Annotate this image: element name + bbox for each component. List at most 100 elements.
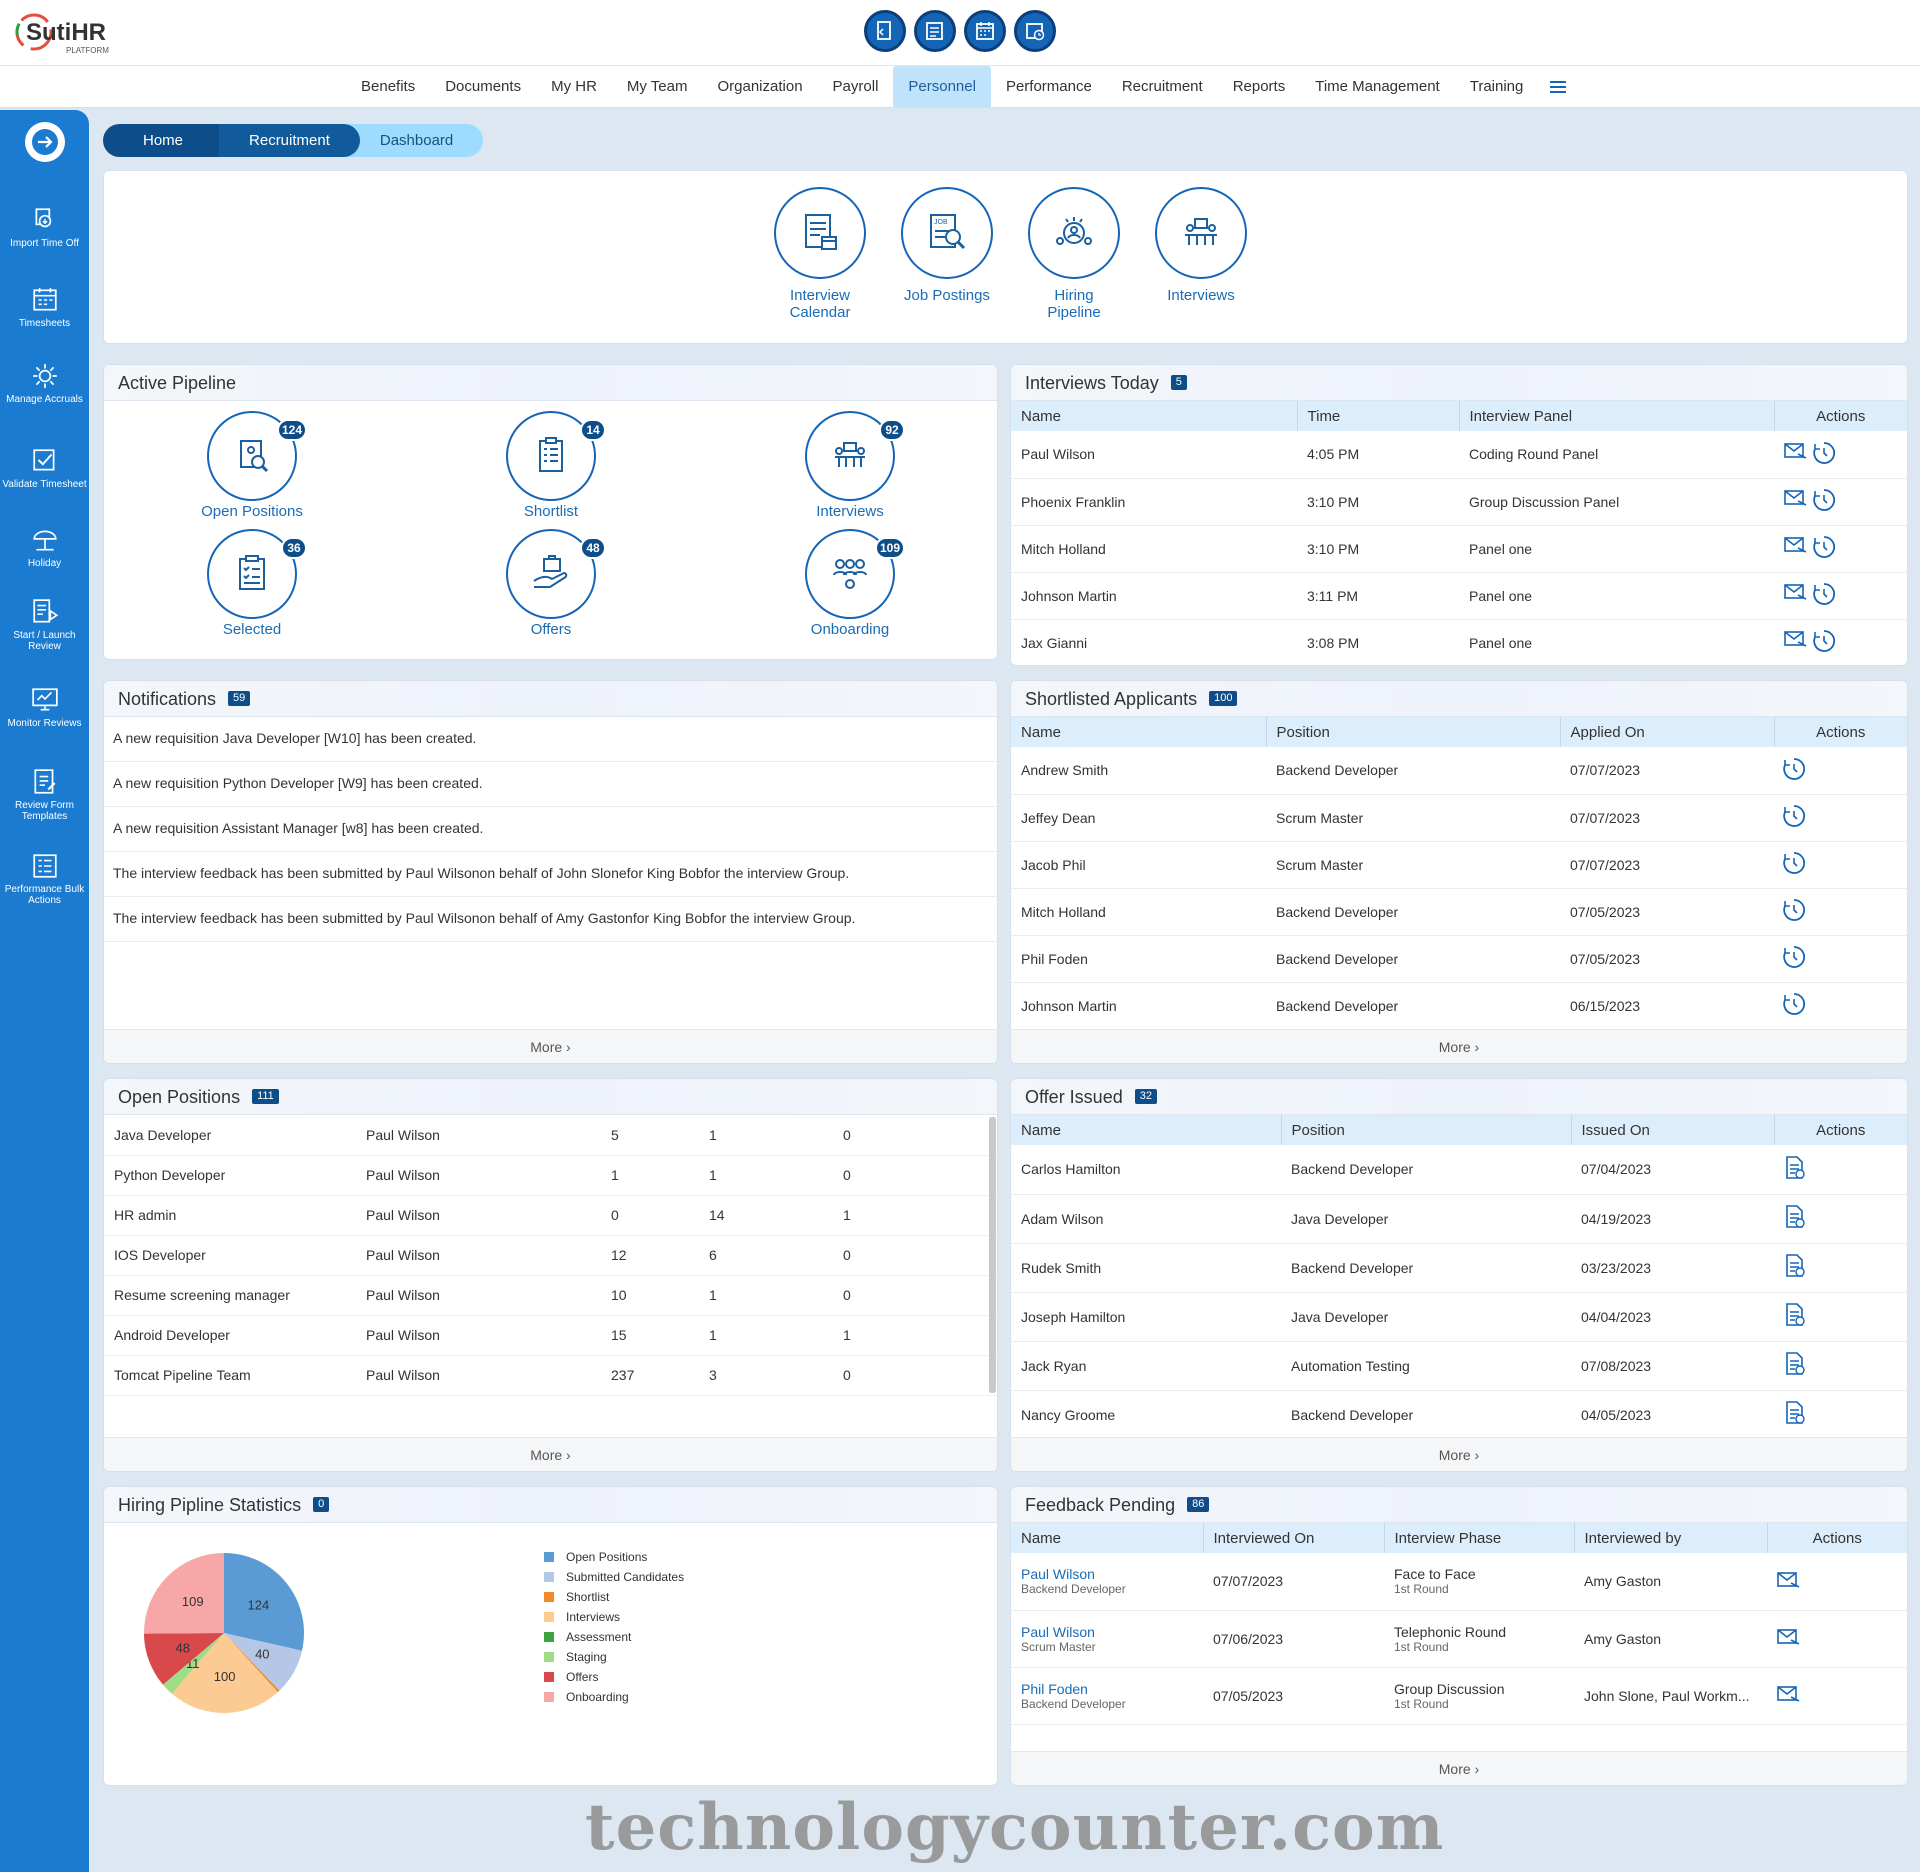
nav-item-personnel[interactable]: Personnel (893, 66, 991, 108)
legend-item[interactable]: Open Positions (544, 1547, 684, 1567)
table-row[interactable]: Carlos Hamilton Backend Developer 07/04/20… (1011, 1145, 1907, 1195)
schedule-interview-icon[interactable] (1782, 993, 1806, 1019)
column-header[interactable]: Interview Phase (1384, 1523, 1575, 1553)
legend-item[interactable]: Shortlist (544, 1587, 684, 1607)
nav-item-documents[interactable]: Documents (430, 66, 536, 108)
notification-item[interactable]: The interview feedback has been submitte… (104, 852, 997, 897)
schedule-interview-icon[interactable] (1782, 757, 1806, 784)
pipeline-interviews[interactable]: 92 Interviews (785, 411, 915, 520)
more-link[interactable]: More › (1011, 1029, 1907, 1063)
calendar-icon[interactable] (964, 10, 1006, 52)
table-row[interactable]: Java Developer Paul Wilson 5 1 0 (104, 1115, 997, 1156)
send-mail-icon[interactable] (1784, 629, 1808, 656)
nav-item-organization[interactable]: Organization (702, 66, 817, 108)
table-row[interactable]: Tomcat Pipeline Team Paul Wilson 237 3 0 (104, 1355, 997, 1396)
more-link[interactable]: More › (104, 1029, 997, 1063)
sidebar-item-import-time-off[interactable]: Import Time Off (0, 206, 89, 249)
send-mail-icon[interactable] (1784, 582, 1808, 609)
pipeline-offers[interactable]: 48 Offers (486, 529, 616, 638)
document-icon[interactable] (864, 10, 906, 52)
table-row[interactable]: Mitch Holland 3:10 PM Panel one (1011, 525, 1907, 573)
table-row[interactable]: Adam Wilson Java Developer 04/19/2023 (1011, 1194, 1907, 1244)
column-header[interactable]: Name (1011, 1115, 1282, 1145)
table-row[interactable]: Rudek Smith Backend Developer 03/23/2023 (1011, 1243, 1907, 1293)
timesheet-icon[interactable] (914, 10, 956, 52)
table-row[interactable]: Python Developer Paul Wilson 1 1 0 (104, 1155, 997, 1196)
nav-item-performance[interactable]: Performance (991, 66, 1107, 108)
table-row[interactable]: Phil Foden Backend Developer 07/05/2023 (1011, 935, 1907, 983)
schedule-interview-icon[interactable] (1782, 946, 1806, 972)
nav-item-my-team[interactable]: My Team (612, 66, 703, 108)
offer-letter-icon[interactable] (1784, 1352, 1806, 1379)
nav-item-benefits[interactable]: Benefits (346, 66, 430, 108)
schedule-interview-icon[interactable] (1782, 805, 1806, 831)
table-row[interactable]: Johnson Martin 3:11 PM Panel one (1011, 572, 1907, 620)
scrollbar[interactable] (989, 1117, 996, 1393)
table-row[interactable]: Jeffey Dean Scrum Master 07/07/2023 (1011, 794, 1907, 842)
sidebar-item-start-launch-review[interactable]: Start / Launch Review (0, 598, 89, 652)
notification-item[interactable]: A new requisition Java Developer [W10] h… (104, 717, 997, 762)
table-row[interactable]: Jack Ryan Automation Testing 07/08/2023 (1011, 1341, 1907, 1391)
column-header[interactable]: Position (1281, 1115, 1572, 1145)
table-row[interactable]: Resume screening manager Paul Wilson 10 1 0 (104, 1275, 997, 1316)
legend-item[interactable]: Onboarding (544, 1687, 684, 1707)
sidebar-item-performance-bulk-actions[interactable]: Performance Bulk Actions (0, 852, 89, 906)
more-link[interactable]: More › (104, 1437, 997, 1471)
table-row[interactable]: Jacob Phil Scrum Master 07/07/2023 (1011, 841, 1907, 889)
reschedule-icon[interactable] (1812, 441, 1836, 468)
schedule-interview-icon[interactable] (1782, 899, 1806, 925)
quick-link-hiring-pipeline[interactable]: Hiring Pipeline (1028, 187, 1120, 321)
reschedule-icon[interactable] (1812, 629, 1836, 656)
table-row[interactable]: Phil Foden Backend Developer 07/05/2023 Gro… (1011, 1667, 1907, 1725)
nav-item-training[interactable]: Training (1455, 66, 1539, 108)
quick-link-job-postings[interactable]: JOB Job Postings (901, 187, 993, 321)
sidebar-item-review-form-templates[interactable]: Review Form Templates (0, 768, 89, 822)
table-row[interactable]: Paul Wilson Scrum Master 07/06/2023 Telepho… (1011, 1610, 1907, 1668)
offer-letter-icon[interactable] (1784, 1401, 1806, 1428)
send-mail-icon[interactable] (1784, 441, 1808, 468)
calendar-clock-icon[interactable] (1014, 10, 1056, 52)
legend-item[interactable]: Staging (544, 1647, 684, 1667)
reschedule-icon[interactable] (1812, 488, 1836, 515)
table-row[interactable]: Joseph Hamilton Java Developer 04/04/2023 (1011, 1292, 1907, 1342)
column-header[interactable]: Interviewed On (1203, 1523, 1385, 1553)
column-header[interactable]: Name (1011, 717, 1267, 747)
pipeline-selected[interactable]: 36 Selected (187, 529, 317, 638)
column-header[interactable]: Issued On (1571, 1115, 1775, 1145)
send-mail-icon[interactable] (1784, 535, 1808, 562)
nav-item-my-hr[interactable]: My HR (536, 66, 612, 108)
offer-letter-icon[interactable] (1784, 1155, 1806, 1183)
offer-letter-icon[interactable] (1784, 1303, 1806, 1330)
table-row[interactable]: HR admin Paul Wilson 0 14 1 (104, 1195, 997, 1236)
reschedule-icon[interactable] (1812, 535, 1836, 562)
pipeline-shortlist[interactable]: 14 Shortlist (486, 411, 616, 520)
sidebar-item-validate-timesheet[interactable]: Validate Timesheet (0, 447, 89, 490)
hamburger-menu-icon[interactable] (1538, 66, 1578, 108)
scrollbar-thumb[interactable] (989, 1117, 996, 1393)
candidate-link[interactable]: Paul Wilson (1021, 1566, 1203, 1582)
reschedule-icon[interactable] (1812, 582, 1836, 609)
table-row[interactable]: IOS Developer Paul Wilson 12 6 0 (104, 1235, 997, 1276)
sidebar-item-timesheets[interactable]: Timesheets (0, 286, 89, 329)
send-reminder-icon[interactable] (1777, 1571, 1801, 1593)
send-reminder-icon[interactable] (1777, 1629, 1801, 1650)
table-row[interactable]: Phoenix Franklin 3:10 PM Group Discussion … (1011, 478, 1907, 526)
more-link[interactable]: More › (1011, 1437, 1907, 1471)
send-reminder-icon[interactable] (1777, 1686, 1801, 1707)
column-header[interactable]: Applied On (1560, 717, 1775, 747)
more-link[interactable]: More › (1011, 1751, 1907, 1785)
candidate-link[interactable]: Phil Foden (1021, 1681, 1203, 1697)
notification-item[interactable]: A new requisition Python Developer [W9] … (104, 762, 997, 807)
breadcrumb-home[interactable]: Home (103, 124, 222, 157)
table-row[interactable]: Nancy Groome Backend Developer 04/05/2023 (1011, 1390, 1907, 1440)
notification-item[interactable]: The interview feedback has been submitte… (104, 897, 997, 942)
column-header[interactable]: Position (1266, 717, 1561, 747)
column-header[interactable]: Interview Panel (1459, 401, 1775, 431)
candidate-link[interactable]: Paul Wilson (1021, 1624, 1203, 1640)
sidebar-item-monitor-reviews[interactable]: Monitor Reviews (0, 686, 89, 729)
column-header[interactable]: Name (1011, 401, 1298, 431)
sidebar-item-manage-accruals[interactable]: Manage Accruals (0, 362, 89, 405)
column-header[interactable]: Name (1011, 1523, 1204, 1553)
quick-link-interview-calendar[interactable]: Interview Calendar (774, 187, 866, 321)
table-row[interactable]: Johnson Martin Backend Developer 06/15/202… (1011, 982, 1907, 1030)
